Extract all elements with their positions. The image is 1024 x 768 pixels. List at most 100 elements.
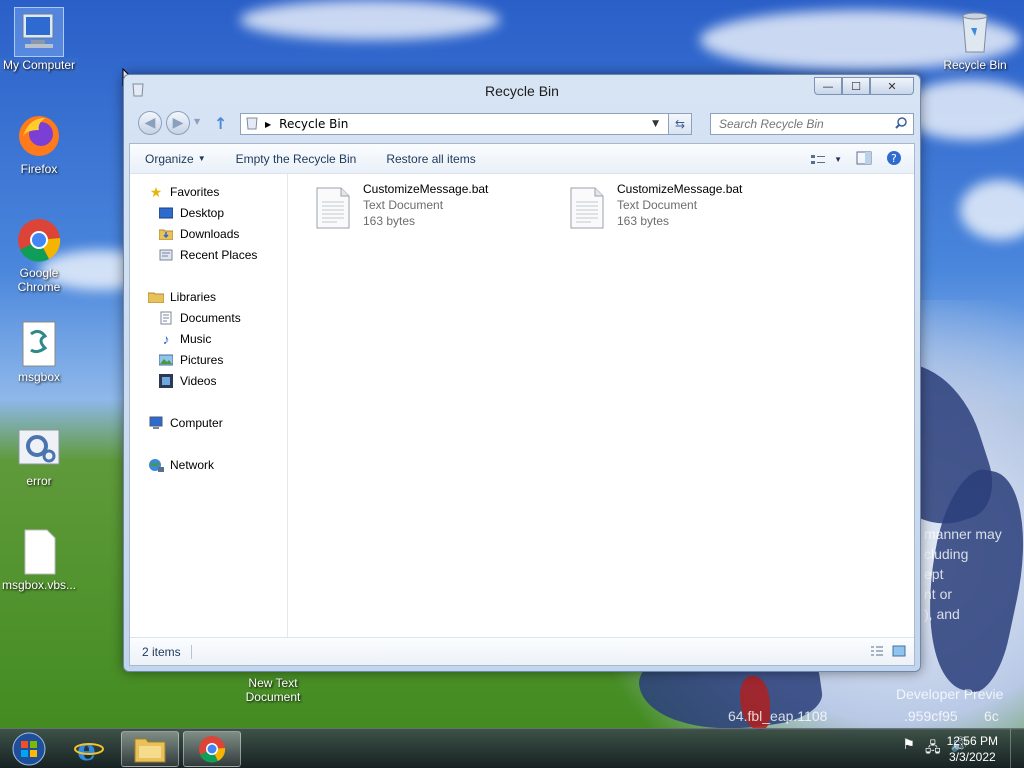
empty-recycle-bin-button[interactable]: Empty the Recycle Bin: [221, 152, 372, 166]
nav-label: Favorites: [170, 185, 220, 199]
nav-network[interactable]: Network: [148, 455, 214, 475]
search-input[interactable]: [719, 117, 889, 131]
overlay-line-6: Developer Previe: [896, 686, 1004, 702]
desktop-folder-icon: [158, 205, 174, 221]
search-box[interactable]: [710, 113, 914, 135]
forward-arrow-icon: ▶: [172, 115, 184, 131]
network-icon[interactable]: 🖧: [925, 737, 941, 761]
forward-button[interactable]: ▶: [166, 111, 190, 135]
clock[interactable]: 12:56 PM 3/3/2022: [947, 733, 998, 765]
address-path[interactable]: Recycle Bin: [279, 117, 348, 131]
windows-logo-icon: [12, 732, 46, 766]
title-bar[interactable]: Recycle Bin — ☐ ✕: [124, 75, 920, 105]
taskbar-internet-explorer[interactable]: e: [60, 731, 118, 767]
desktop-icon-firefox[interactable]: Firefox: [0, 112, 78, 176]
file-item[interactable]: CustomizeMessage.bat Text Document 163 b…: [569, 182, 809, 238]
nav-downloads[interactable]: Downloads: [158, 224, 239, 244]
breadcrumb-separator-icon: ▶: [265, 119, 272, 129]
show-desktop-button[interactable]: [1010, 729, 1024, 768]
search-icon[interactable]: [895, 116, 907, 132]
file-size: 163 bytes: [363, 214, 416, 228]
file-item[interactable]: CustomizeMessage.bat Text Document 163 b…: [315, 182, 555, 238]
computer-icon: [14, 7, 64, 57]
action-center-flag-icon[interactable]: ⚑: [902, 737, 915, 761]
network-icon: [148, 457, 164, 473]
restore-all-items-button[interactable]: Restore all items: [371, 152, 490, 166]
desktop-icon-msgbox-vbs[interactable]: msgbox.vbs...: [0, 528, 78, 592]
libraries-icon: [148, 289, 164, 305]
desktop-icon-my-computer[interactable]: My Computer: [0, 7, 78, 72]
desktop-icon-label: Firefox: [20, 162, 58, 176]
refresh-button[interactable]: ⇆: [668, 113, 692, 135]
internet-explorer-icon: e: [74, 734, 104, 764]
organize-menu[interactable]: Organize ▼: [130, 152, 221, 166]
desktop-icon-recycle-bin[interactable]: Recycle Bin: [936, 8, 1014, 72]
nav-label: Music: [180, 332, 212, 346]
maximize-button[interactable]: ☐: [842, 77, 870, 95]
taskbar-chrome[interactable]: [183, 731, 241, 767]
recent-pages-dropdown[interactable]: ▼: [194, 117, 200, 126]
nav-music[interactable]: ♪ Music: [158, 329, 212, 349]
file-type: Text Document: [363, 198, 444, 212]
videos-icon: [158, 373, 174, 389]
empty-recycle-bin-label: Empty the Recycle Bin: [235, 151, 357, 166]
nav-videos[interactable]: Videos: [158, 371, 216, 391]
nav-label: Recent Places: [180, 248, 258, 262]
clock-time: 12:56 PM: [946, 734, 998, 748]
preview-pane-button[interactable]: [856, 151, 872, 168]
up-button[interactable]: ↑: [214, 114, 227, 133]
star-icon: ★: [149, 183, 163, 200]
desktop-icon-label: Recycle Bin: [943, 58, 1007, 72]
content-frame: Organize ▼ Empty the Recycle Bin Restore…: [129, 143, 915, 666]
navigation-bar: ◀ ▶ ▼ ↑ ▶ Recycle Bin ▼ ⇆: [132, 109, 914, 139]
help-button[interactable]: ?: [886, 150, 902, 169]
nav-desktop[interactable]: Desktop: [158, 203, 224, 223]
restore-all-items-label: Restore all items: [386, 151, 476, 166]
back-button[interactable]: ◀: [138, 111, 162, 135]
downloads-folder-icon: [158, 226, 174, 242]
nav-documents[interactable]: Documents: [158, 308, 241, 328]
nav-label: Pictures: [180, 353, 224, 367]
desktop-icon-msgbox[interactable]: msgbox: [0, 320, 78, 384]
desktop-icon-label: msgbox: [17, 370, 61, 384]
documents-icon: [158, 310, 174, 326]
nav-favorites[interactable]: ★ Favorites: [148, 182, 220, 202]
nav-computer[interactable]: Computer: [148, 413, 223, 433]
close-button[interactable]: ✕: [870, 77, 914, 95]
nav-label: Documents: [180, 311, 241, 325]
nav-libraries[interactable]: Libraries: [148, 287, 216, 307]
nav-label: Downloads: [180, 227, 240, 241]
large-icons-view-button[interactable]: [892, 645, 906, 660]
desktop-icon-new-text-document[interactable]: New Text Document: [234, 676, 312, 704]
chevron-down-icon: ▼: [834, 155, 842, 164]
settings-file-icon: [15, 424, 63, 472]
overlay-line-5: ), and: [924, 606, 960, 622]
large-icons-view-icon: [892, 645, 906, 657]
recycle-bin-small-icon: [245, 116, 259, 133]
taskbar: e ⚑ 🖧 🔊 12:56 PM 3/3/2022: [0, 728, 1024, 768]
start-button[interactable]: [0, 731, 58, 767]
address-dropdown-icon[interactable]: ▼: [652, 119, 659, 129]
desktop-icon-label: New Text Document: [245, 676, 301, 704]
desktop-icon-chrome[interactable]: Google Chrome: [0, 216, 78, 294]
item-count: 2 items: [142, 644, 192, 659]
navigation-pane: ★ Favorites Desktop Downloads Recent Pla…: [130, 174, 288, 637]
recent-places-icon: [158, 247, 174, 263]
overlay-line-1: manner may: [924, 526, 1002, 542]
back-arrow-icon: ◀: [144, 115, 156, 131]
file-name: CustomizeMessage.bat: [617, 182, 743, 196]
file-size: 163 bytes: [617, 214, 670, 228]
nav-pictures[interactable]: Pictures: [158, 350, 223, 370]
details-view-button[interactable]: [870, 645, 884, 660]
desktop-icon-error[interactable]: error: [0, 424, 78, 488]
address-bar[interactable]: ▶ Recycle Bin ▼: [240, 113, 692, 135]
script-file-icon: [15, 320, 63, 368]
minimize-button[interactable]: —: [814, 77, 842, 95]
nav-recent-places[interactable]: Recent Places: [158, 245, 257, 265]
nav-label: Computer: [170, 416, 223, 430]
organize-label: Organize: [145, 151, 194, 166]
taskbar-file-explorer[interactable]: [121, 731, 179, 767]
change-view-button[interactable]: ▼: [810, 153, 842, 167]
desktop-icon-label: My Computer: [0, 58, 78, 72]
svg-text:?: ?: [891, 152, 897, 165]
